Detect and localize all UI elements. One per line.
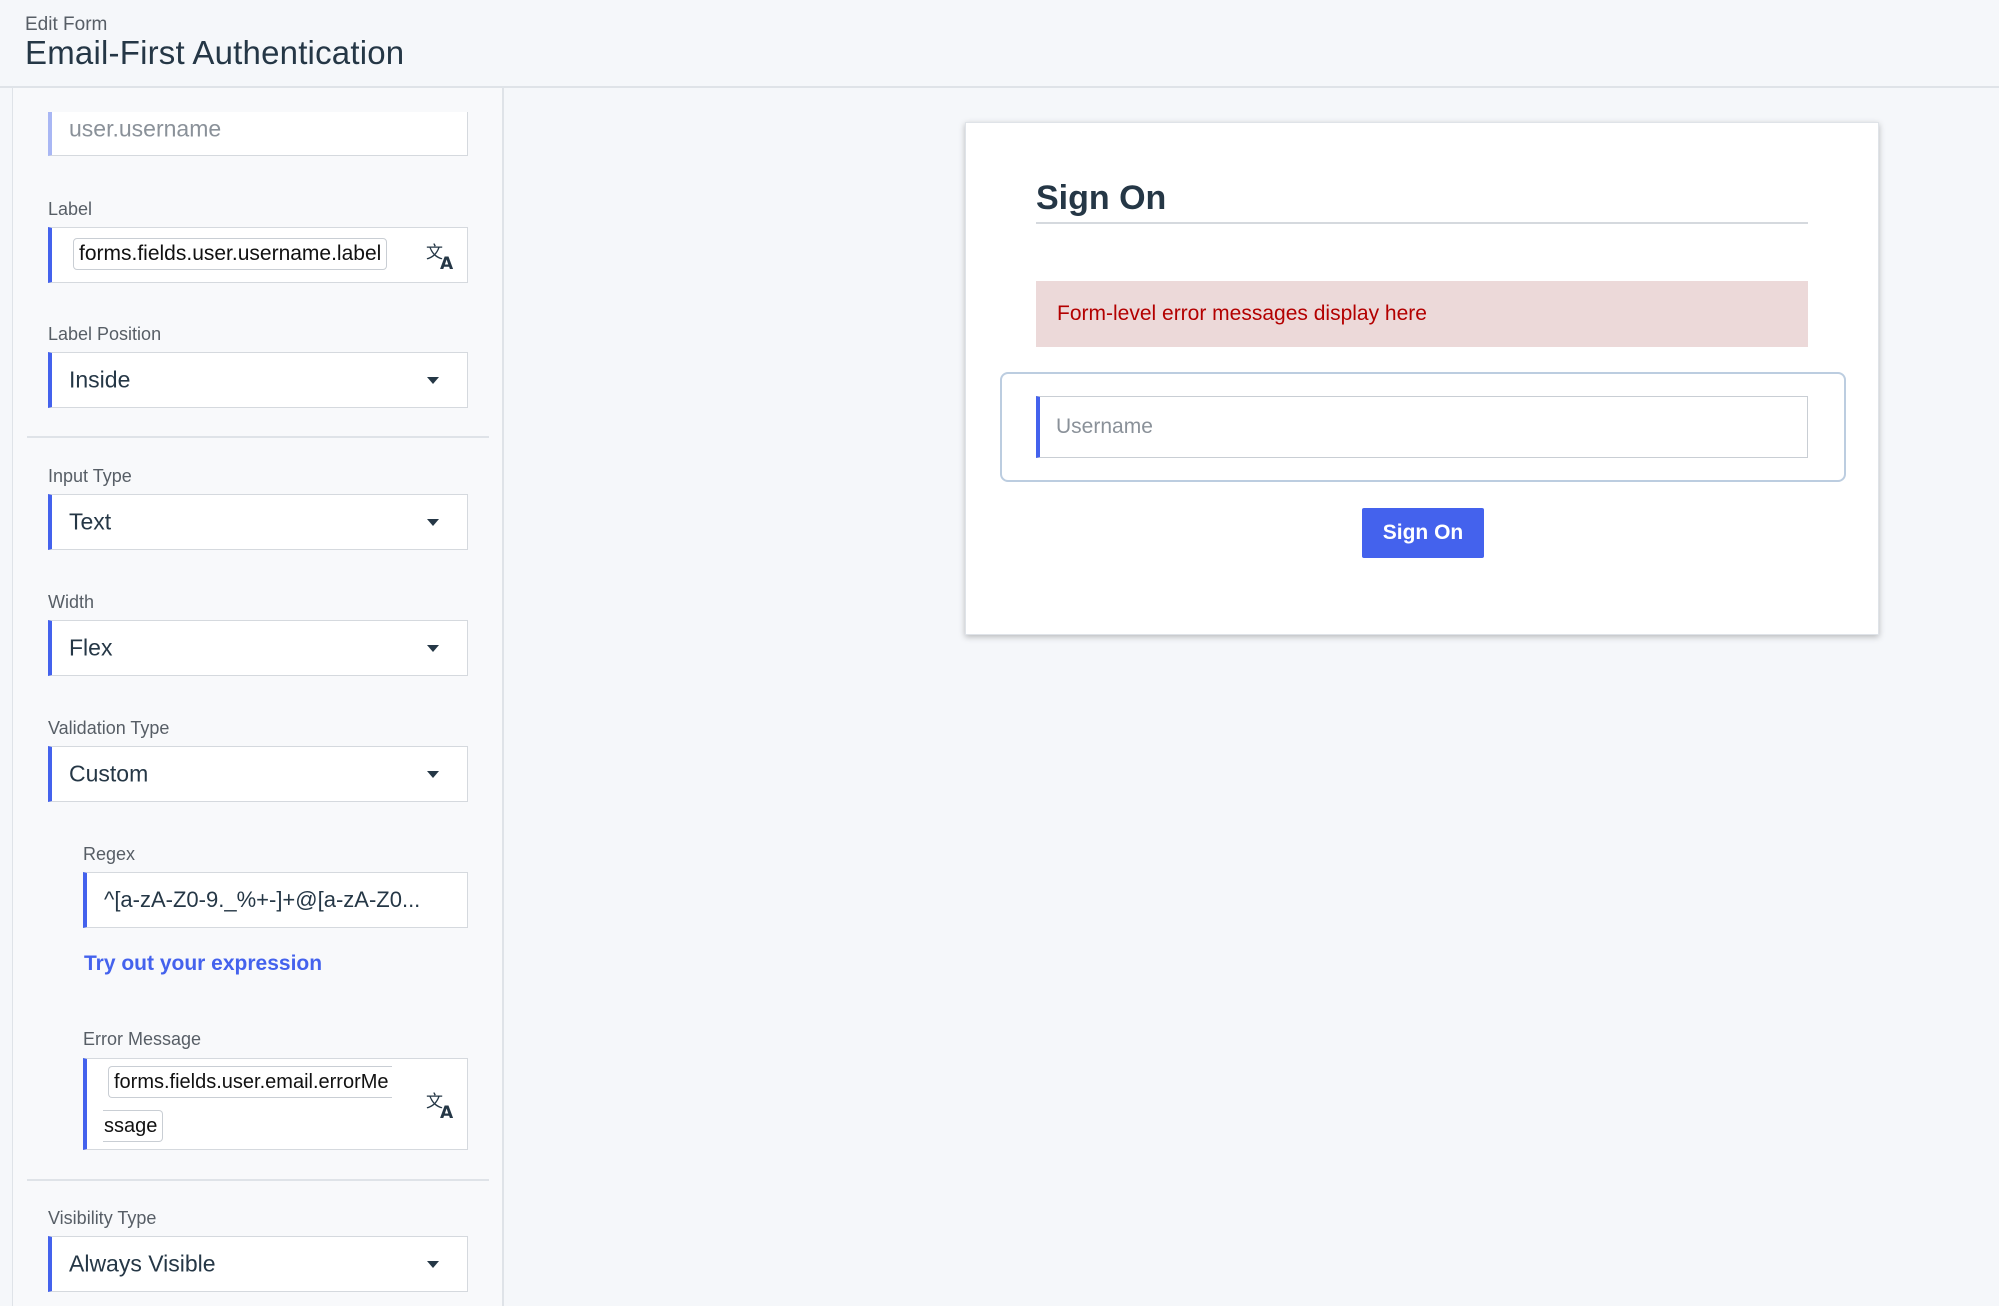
attribute-field[interactable]: user.username (48, 112, 468, 156)
field-properties-panel[interactable]: user.username Label forms.fields.user.us… (12, 88, 504, 1306)
svg-text:A: A (440, 254, 454, 272)
label-field-label: Label (48, 199, 93, 219)
try-expression-link[interactable]: Try out your expression (84, 952, 322, 976)
form-error-text: Form-level error messages display here (1057, 302, 1427, 325)
page-header: Edit Form Email-First Authentication (0, 0, 1999, 88)
error-message-token-chip[interactable]: forms.fields.user.email.errorMe (108, 1066, 392, 1098)
label-position-value: Inside (69, 366, 131, 393)
username-field[interactable] (1036, 396, 1808, 458)
label-position-label: Label Position (48, 324, 162, 344)
validation-type-select[interactable]: Custom (48, 746, 468, 802)
translate-icon[interactable]: 文 A (425, 1089, 457, 1121)
error-message-label: Error Message (83, 1029, 202, 1049)
label-token-chip[interactable]: forms.fields.user.username.label (73, 238, 388, 270)
validation-type-label: Validation Type (48, 718, 170, 738)
translate-icon[interactable]: 文 A (425, 240, 457, 272)
username-input[interactable] (1054, 397, 1794, 457)
form-error-alert: Form-level error messages display here (1036, 281, 1808, 347)
width-label: Width (48, 592, 95, 612)
input-type-select[interactable]: Text (48, 494, 468, 550)
regex-value: ^[a-zA-Z0-9._%+-]+@[a-zA-Z0... (104, 887, 421, 912)
caret-down-icon (427, 519, 439, 526)
section-divider (27, 1179, 489, 1181)
preview-heading: Sign On (1036, 179, 1167, 217)
validation-type-value: Custom (69, 760, 149, 787)
visibility-type-label: Visibility Type (48, 1208, 157, 1228)
visibility-type-select[interactable]: Always Visible (48, 1236, 468, 1292)
regex-input[interactable]: ^[a-zA-Z0-9._%+-]+@[a-zA-Z0... (83, 872, 468, 928)
regex-label: Regex (83, 844, 136, 864)
width-value: Flex (69, 634, 113, 661)
caret-down-icon (427, 377, 439, 384)
input-type-value: Text (69, 508, 112, 535)
input-type-label: Input Type (48, 466, 132, 486)
section-divider (27, 436, 489, 438)
visibility-type-value: Always Visible (69, 1250, 216, 1277)
form-preview-card: Sign On Form-level error messages displa… (965, 122, 1879, 635)
sign-on-button[interactable]: Sign On (1362, 508, 1484, 558)
label-position-select[interactable]: Inside (48, 352, 468, 408)
label-field[interactable]: forms.fields.user.username.label 文 A (48, 227, 468, 283)
caret-down-icon (427, 1261, 439, 1268)
caret-down-icon (427, 645, 439, 652)
error-message-field[interactable]: forms.fields.user.email.errorMe ssage 文 … (83, 1058, 468, 1150)
page-title: Email-First Authentication (25, 34, 405, 71)
svg-text:A: A (440, 1103, 454, 1121)
preview-heading-divider (1036, 222, 1808, 224)
attribute-value: user.username (69, 115, 222, 142)
page-overline: Edit Form (25, 14, 108, 35)
caret-down-icon (427, 771, 439, 778)
error-message-token-chip-wrap[interactable]: ssage (103, 1110, 164, 1142)
width-select[interactable]: Flex (48, 620, 468, 676)
